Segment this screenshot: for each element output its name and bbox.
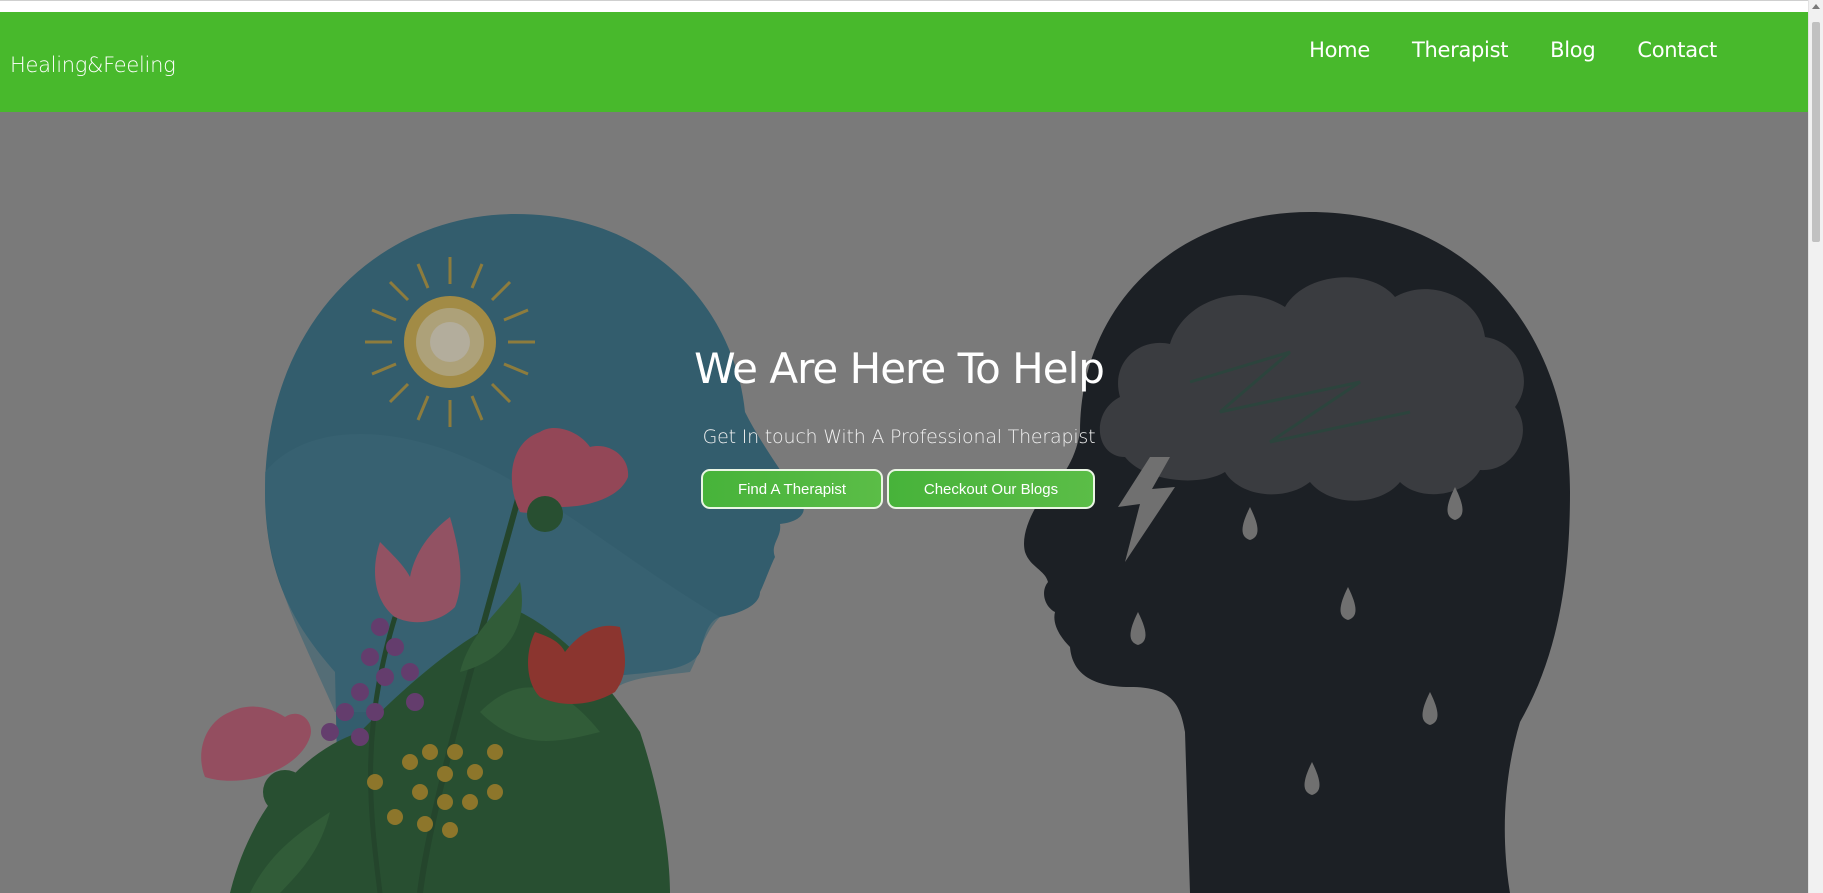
- hero-subtitle: Get In touch With A Professional Therapi…: [702, 426, 1096, 448]
- nav-blog-link[interactable]: Blog: [1529, 38, 1616, 62]
- checkout-blogs-button[interactable]: Checkout Our Blogs: [887, 469, 1095, 509]
- hero-buttons: Find A Therapist Checkout Our Blogs: [701, 469, 1095, 509]
- hero-section: We Are Here To Help Get In touch With A …: [0, 112, 1808, 893]
- page: Healing&Feeling Home Therapist Blog Cont…: [0, 0, 1823, 893]
- nav-links: Home Therapist Blog Contact: [1288, 38, 1738, 62]
- nav-home-link[interactable]: Home: [1288, 38, 1391, 62]
- scrollbar-thumb[interactable]: [1812, 22, 1820, 242]
- nav-contact-link[interactable]: Contact: [1616, 38, 1738, 62]
- browser-top-edge: [0, 0, 1808, 12]
- navbar: Healing&Feeling Home Therapist Blog Cont…: [0, 12, 1808, 112]
- nav-therapist-link[interactable]: Therapist: [1391, 38, 1529, 62]
- page-scrollbar[interactable]: [1808, 0, 1823, 893]
- brand-logo[interactable]: Healing&Feeling: [10, 53, 176, 77]
- hero-title: We Are Here To Help: [694, 344, 1105, 393]
- find-therapist-button[interactable]: Find A Therapist: [701, 469, 883, 509]
- scroll-up-arrow-icon[interactable]: [1812, 4, 1820, 9]
